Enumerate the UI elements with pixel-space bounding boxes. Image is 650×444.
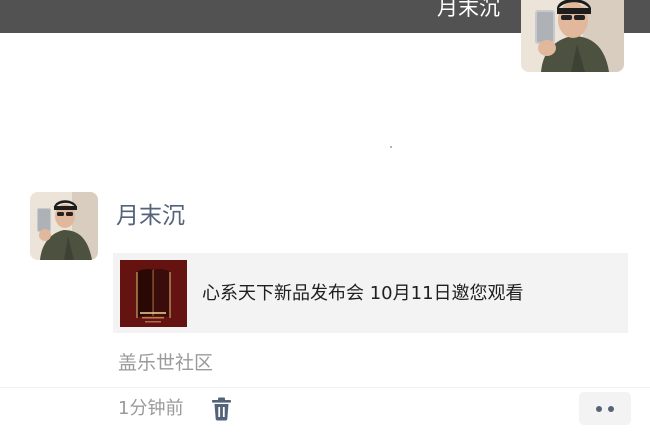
more-dots-icon-dot — [608, 406, 614, 412]
post-source: 盖乐世社区 — [118, 352, 214, 374]
post-author-avatar[interactable] — [30, 192, 98, 260]
loading-dot — [390, 146, 392, 148]
header-user-name: 月末沉 — [437, 0, 500, 20]
more-options-button[interactable] — [579, 392, 631, 425]
divider — [0, 387, 650, 388]
profile-avatar[interactable] — [521, 0, 624, 72]
shared-link-card[interactable]: 心系天下新品发布会 10月11日邀您观看 — [113, 253, 628, 333]
shared-link-title: 心系天下新品发布会 10月11日邀您观看 — [202, 283, 524, 304]
more-dots-icon — [596, 406, 602, 412]
trash-icon[interactable] — [211, 397, 232, 421]
post-author-name[interactable]: 月末沉 — [116, 200, 185, 232]
post-timestamp: 1分钟前 — [118, 398, 184, 419]
shared-link-thumbnail — [120, 260, 187, 327]
